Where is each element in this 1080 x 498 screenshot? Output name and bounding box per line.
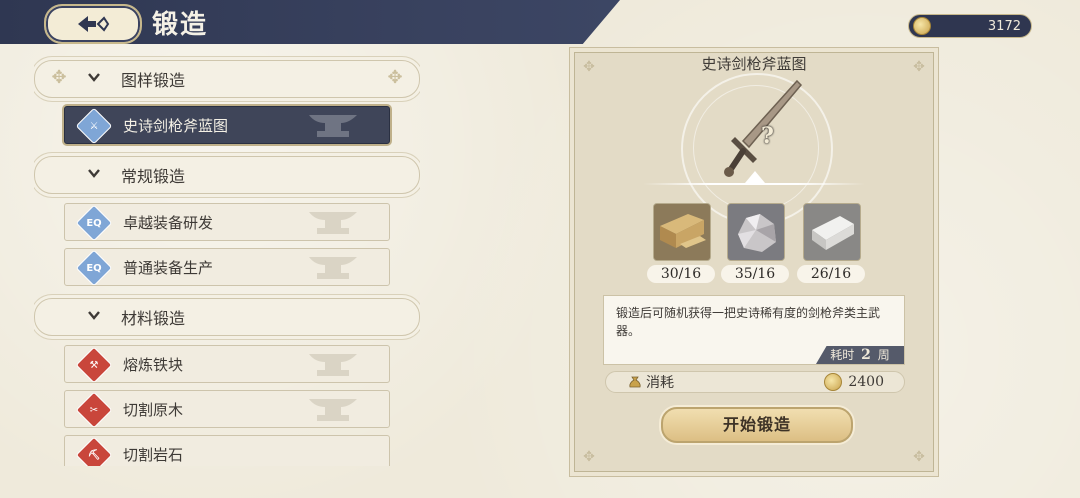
material-ore[interactable] bbox=[727, 203, 785, 261]
category-label: 材料锻造 bbox=[121, 309, 186, 328]
page-title: 锻造 bbox=[152, 10, 209, 40]
detail-title: 史诗剑枪斧蓝图 bbox=[701, 55, 807, 73]
anvil-icon bbox=[309, 212, 357, 234]
list-item-excellent-equipment[interactable]: EQ 卓越装备研发 bbox=[64, 203, 390, 242]
currency-display: 3172 bbox=[908, 14, 1032, 38]
chevron-down-icon bbox=[88, 169, 100, 178]
equipment-icon: EQ bbox=[75, 249, 113, 287]
coin-icon bbox=[913, 17, 931, 35]
material-wood[interactable] bbox=[653, 203, 711, 261]
list-item-label: 卓越装备研发 bbox=[123, 213, 214, 232]
list-item-cut-stone[interactable]: ⛏ 切割岩石 bbox=[64, 435, 390, 466]
anvil-icon bbox=[309, 399, 357, 421]
material-iron-ingot[interactable] bbox=[803, 203, 861, 261]
back-arrow-icon bbox=[78, 16, 110, 32]
time-unit: 周 bbox=[877, 348, 890, 362]
list-item-label: 切割原木 bbox=[123, 400, 184, 419]
iron-ingot-icon bbox=[804, 204, 860, 260]
material-count: 35/16 bbox=[721, 265, 789, 283]
ornament-icon: ✥ bbox=[387, 67, 403, 88]
cost-row: 消耗 2400 bbox=[605, 371, 905, 393]
smelt-icon: ⚒ bbox=[75, 346, 113, 384]
description-text: 锻造后可随机获得一把史诗稀有度的剑枪斧类主武器。 bbox=[616, 306, 881, 338]
cost-label: 消耗 bbox=[646, 375, 674, 391]
category-material-forging[interactable]: 材料锻造 bbox=[34, 298, 420, 336]
list-item-epic-blueprint[interactable]: ⚔ 史诗剑枪斧蓝图 bbox=[64, 106, 390, 145]
list-item-cut-wood[interactable]: ✂ 切割原木 bbox=[64, 390, 390, 429]
material-count: 26/16 bbox=[797, 265, 865, 283]
anvil-icon bbox=[309, 257, 357, 279]
currency-value: 3172 bbox=[987, 18, 1021, 34]
ornament-icon: ✥ bbox=[51, 67, 67, 88]
divider bbox=[643, 183, 865, 185]
list-item-label: 史诗剑枪斧蓝图 bbox=[123, 116, 229, 135]
back-button[interactable] bbox=[44, 4, 142, 44]
equipment-icon: EQ bbox=[75, 204, 113, 242]
unknown-mark: ? bbox=[761, 123, 774, 149]
start-forging-button[interactable]: 开始锻造 bbox=[661, 407, 853, 443]
list-item-normal-equipment[interactable]: EQ 普通装备生产 bbox=[64, 248, 390, 287]
time-value: 2 bbox=[861, 347, 871, 363]
cut-wood-icon: ✂ bbox=[75, 391, 113, 429]
cut-stone-icon: ⛏ bbox=[75, 436, 113, 466]
divider-arrow bbox=[745, 171, 765, 183]
wood-icon bbox=[654, 204, 710, 260]
time-cost-badge: 耗时 2 周 bbox=[816, 346, 904, 364]
sword-icon bbox=[724, 79, 803, 177]
ore-icon bbox=[728, 204, 784, 260]
cost-value: 2400 bbox=[848, 374, 884, 390]
list-item-smelt-iron[interactable]: ⚒ 熔炼铁块 bbox=[64, 345, 390, 384]
blueprint-icon: ⚔ bbox=[75, 107, 113, 145]
anvil-icon bbox=[309, 115, 357, 137]
list-item-label: 切割岩石 bbox=[123, 445, 184, 464]
category-label: 图样锻造 bbox=[121, 71, 186, 90]
material-count: 30/16 bbox=[647, 265, 715, 283]
chevron-down-icon bbox=[88, 73, 100, 82]
list-item-label: 普通装备生产 bbox=[123, 258, 214, 277]
time-label: 耗时 bbox=[830, 348, 855, 362]
category-blueprint-forging[interactable]: ✥ 图样锻造 ✥ bbox=[34, 60, 420, 98]
category-regular-forging[interactable]: 常规锻造 bbox=[34, 156, 420, 194]
forge-category-list: ✥ 图样锻造 ✥ ⚔ 史诗剑枪斧蓝图 常规锻造 EQ 卓越装备研发 EQ 普通装… bbox=[34, 56, 420, 466]
bag-icon bbox=[629, 376, 641, 388]
item-description: 锻造后可随机获得一把史诗稀有度的剑枪斧类主武器。 耗时 2 周 bbox=[603, 295, 905, 365]
coin-icon bbox=[824, 373, 843, 391]
anvil-icon bbox=[309, 354, 357, 376]
chevron-down-icon bbox=[88, 311, 100, 320]
forge-detail-panel: ✥ ✥ ✥ ✥ 史诗剑枪斧蓝图 ? 30/16 35/16 26/16 锻造后可… bbox=[574, 52, 934, 472]
corner-ornament-icon: ✥ bbox=[913, 449, 925, 465]
corner-ornament-icon: ✥ bbox=[583, 449, 595, 465]
list-item-label: 熔炼铁块 bbox=[123, 355, 184, 374]
category-label: 常规锻造 bbox=[121, 167, 186, 186]
